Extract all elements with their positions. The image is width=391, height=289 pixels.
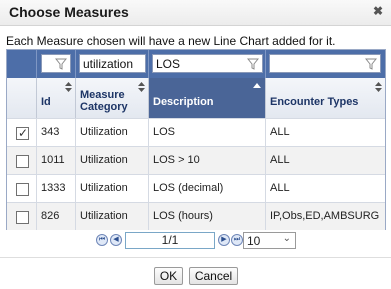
close-icon[interactable]: ✖ — [371, 4, 385, 18]
instruction-text: Each Measure chosen will have a new Line… — [6, 34, 336, 48]
header-encounter-label: Encounter Types — [270, 96, 359, 108]
row-checkbox[interactable]: ✓ — [16, 126, 29, 140]
filter-description-value: LOS — [156, 57, 181, 71]
dialog-titlebar: Choose Measures ✖ — [0, 0, 391, 26]
ok-button[interactable]: OK — [154, 267, 183, 285]
filter-id-input[interactable] — [41, 54, 71, 73]
encounter-value: ALL — [270, 126, 290, 138]
description-cell: LOS (decimal) — [149, 175, 266, 202]
next-page-icon[interactable]: ▶ — [218, 234, 230, 246]
dialog-footer: OK Cancel — [0, 257, 391, 289]
filter-description-cell: LOS — [149, 50, 266, 78]
sort-icon — [65, 82, 72, 92]
chevron-down-icon: ⌄ — [282, 233, 291, 244]
sort-icon — [138, 82, 145, 92]
description-value: LOS > 10 — [153, 154, 200, 166]
table-row[interactable]: 1011 Utilization LOS > 10 ALL — [7, 146, 385, 174]
filter-funnel-icon[interactable] — [55, 58, 67, 70]
id-cell: 1011 — [37, 147, 76, 174]
cancel-button[interactable]: Cancel — [189, 267, 238, 285]
filter-encounter-input[interactable] — [269, 54, 381, 73]
category-value: Utilization — [80, 182, 128, 194]
pager: ⏮ ◀ 1/1 ▶ ⏭ 10 ⌄ — [0, 230, 391, 254]
page-size-select[interactable]: 10 ⌄ — [243, 232, 296, 249]
checkmark-icon: ✓ — [18, 126, 29, 140]
description-cell: LOS (hours) — [149, 203, 266, 230]
page-number-input[interactable]: 1/1 — [125, 232, 215, 249]
header-select — [7, 78, 37, 118]
header-id-label: Id — [41, 96, 51, 108]
encounter-cell: ALL — [266, 147, 385, 174]
header-category-label: Measure Category — [80, 89, 128, 113]
category-value: Utilization — [80, 126, 128, 138]
id-value: 826 — [41, 210, 60, 222]
category-cell: Utilization — [76, 175, 149, 202]
row-select-cell — [7, 175, 37, 202]
measures-grid: utilization LOS Id Measure Category Desc… — [6, 49, 386, 230]
filter-category-value: utilization — [83, 57, 134, 71]
filter-category-input[interactable]: utilization — [79, 54, 146, 73]
description-value: LOS — [153, 126, 176, 138]
filter-funnel-icon[interactable] — [247, 58, 259, 70]
dialog-title: Choose Measures — [9, 4, 129, 20]
category-cell: Utilization — [76, 147, 149, 174]
encounter-cell: ALL — [266, 119, 385, 146]
row-select-cell: ✓ — [7, 119, 37, 146]
filter-category-cell: utilization — [76, 50, 149, 78]
row-checkbox[interactable] — [16, 183, 29, 196]
row-checkbox[interactable] — [16, 211, 29, 224]
id-cell: 1333 — [37, 175, 76, 202]
encounter-cell: ALL — [266, 175, 385, 202]
description-value: LOS (hours) — [153, 210, 213, 222]
header-description-label: Description — [153, 96, 214, 108]
header-id[interactable]: Id — [37, 78, 76, 118]
sort-ascending-icon — [253, 83, 261, 88]
encounter-value: ALL — [270, 154, 290, 166]
table-row[interactable]: 1333 Utilization LOS (decimal) ALL — [7, 174, 385, 202]
row-select-cell — [7, 203, 37, 230]
encounter-cell: IP,Obs,ED,AMBSURG — [266, 203, 385, 230]
description-cell: LOS — [149, 119, 266, 146]
filter-encounter-cell — [266, 50, 385, 78]
category-cell: Utilization — [76, 203, 149, 230]
first-page-icon[interactable]: ⏮ — [96, 234, 108, 246]
table-row[interactable]: 826 Utilization LOS (hours) IP,Obs,ED,AM… — [7, 202, 385, 230]
header-encounter[interactable]: Encounter Types — [266, 78, 385, 118]
filter-description-input[interactable]: LOS — [152, 54, 263, 73]
description-cell: LOS > 10 — [149, 147, 266, 174]
category-value: Utilization — [80, 210, 128, 222]
id-cell: 826 — [37, 203, 76, 230]
header-row: Id Measure Category Description Encounte… — [7, 78, 385, 118]
id-cell: 343 — [37, 119, 76, 146]
filter-select-cell — [7, 50, 37, 78]
last-page-icon[interactable]: ⏭ — [231, 234, 243, 246]
id-value: 343 — [41, 126, 60, 138]
id-value: 1333 — [41, 182, 66, 194]
filter-row: utilization LOS — [7, 50, 385, 78]
description-value: LOS (decimal) — [153, 182, 224, 194]
header-description[interactable]: Description — [149, 78, 266, 118]
page-size-value: 10 — [247, 234, 261, 248]
filter-id-cell — [37, 50, 76, 78]
header-category[interactable]: Measure Category — [76, 78, 149, 118]
filter-funnel-icon[interactable] — [365, 58, 377, 70]
encounter-value: ALL — [270, 182, 290, 194]
id-value: 1011 — [41, 154, 65, 166]
category-value: Utilization — [80, 154, 128, 166]
category-cell: Utilization — [76, 119, 149, 146]
previous-page-icon[interactable]: ◀ — [110, 234, 122, 246]
row-select-cell — [7, 147, 37, 174]
row-checkbox[interactable] — [16, 155, 29, 168]
sort-icon — [375, 82, 382, 92]
table-row[interactable]: ✓ 343 Utilization LOS ALL — [7, 118, 385, 146]
encounter-value: IP,Obs,ED,AMBSURG — [270, 210, 380, 222]
